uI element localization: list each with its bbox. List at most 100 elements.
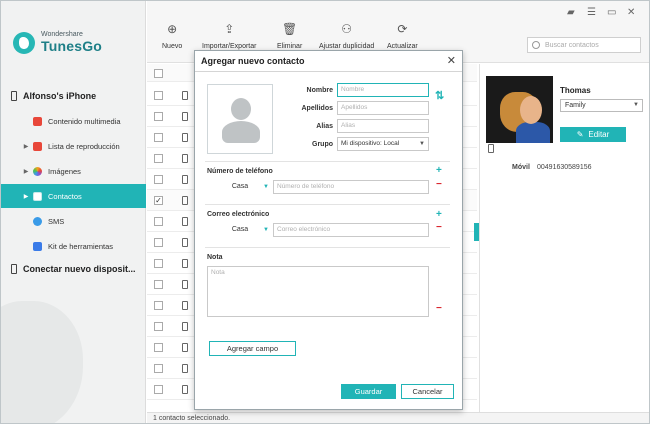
phone-section-header: Número de teléfono — [207, 168, 273, 175]
close-icon[interactable]: ✕ — [447, 54, 456, 67]
save-button[interactable]: Guardar — [341, 384, 396, 399]
note-textarea[interactable]: Nota — [207, 266, 429, 317]
refresh-icon: ⟳ — [397, 22, 408, 36]
row-checkbox[interactable] — [154, 385, 163, 394]
iphone-icon — [11, 264, 17, 274]
status-bar: 1 contacto seleccionado. — [147, 412, 649, 423]
cancel-button[interactable]: Cancelar — [401, 384, 454, 399]
row-checkbox[interactable] — [154, 217, 163, 226]
expand-arrow-icon[interactable]: ▶ — [19, 143, 33, 150]
import-export-button[interactable]: ⇪ Importar/Exportar — [202, 21, 256, 50]
logo-product: TunesGo — [41, 38, 103, 54]
row-checkbox[interactable] — [154, 343, 163, 352]
alias-input[interactable]: Alias — [337, 119, 429, 133]
remove-note-icon[interactable]: − — [436, 303, 442, 314]
sidebar-item-playlist[interactable]: ▶ Lista de reproducción — [1, 134, 146, 158]
playlist-icon — [33, 141, 42, 151]
email-input[interactable]: Correo electrónico — [273, 223, 429, 237]
merge-contacts-icon: ⚇ — [341, 22, 352, 36]
name-input[interactable]: Nombre — [337, 83, 429, 97]
refresh-button[interactable]: ⟳ Actualizar — [387, 21, 418, 50]
dialog-title: Agregar nuevo contacto — [195, 51, 462, 72]
row-checkbox[interactable] — [154, 133, 163, 142]
group-select[interactable]: Mi dispositivo: Local — [337, 137, 429, 151]
add-phone-icon[interactable]: + — [436, 165, 442, 176]
sidebar-item-contacts[interactable]: ▶ Contactos — [1, 184, 146, 208]
contacts-icon — [33, 191, 42, 201]
row-checkbox[interactable] — [154, 154, 163, 163]
sidebar-item-media[interactable]: Contenido multimedia — [1, 109, 146, 133]
merge-duplicates-button[interactable]: ⚇ Ajustar duplicidad — [319, 21, 374, 50]
sms-icon — [33, 216, 42, 226]
sidebar-item-label: SMS — [48, 216, 65, 226]
remove-email-icon[interactable]: − — [436, 222, 442, 233]
phone-icon — [182, 91, 188, 100]
row-checkbox[interactable] — [154, 259, 163, 268]
edit-icon: ✎ — [576, 130, 584, 139]
feedback-icon[interactable]: ▰ — [567, 7, 575, 18]
email-section-header: Correo electrónico — [207, 211, 270, 218]
phone-type-select[interactable]: Casa — [209, 180, 271, 194]
import-export-icon: ⇪ — [224, 22, 235, 36]
phone-icon — [182, 364, 188, 373]
group-label: Grupo — [312, 141, 333, 148]
music-icon — [33, 116, 42, 126]
device-name: Alfonso's iPhone — [23, 91, 97, 101]
contact-detail-panel: Thomas Family ✎ Editar Móvil 00491630589… — [479, 64, 649, 412]
expand-arrow-icon[interactable]: ▶ — [19, 193, 33, 200]
row-checkbox[interactable] — [154, 175, 163, 184]
plus-circle-icon: ⊕ — [167, 22, 178, 36]
phone-icon — [182, 343, 188, 352]
sidebar-item-label: Kit de herramientas — [48, 241, 114, 251]
alias-label: Alias — [316, 123, 333, 130]
row-checkbox[interactable] — [154, 301, 163, 310]
row-checkbox[interactable] — [154, 364, 163, 373]
search-input[interactable]: Buscar contactos — [527, 37, 641, 53]
close-window-icon[interactable]: ✕ — [627, 7, 635, 18]
row-checkbox[interactable] — [154, 112, 163, 121]
row-checkbox-checked[interactable]: ✓ — [154, 196, 163, 205]
surname-input[interactable]: Apellidos — [337, 101, 429, 115]
phone-input[interactable]: Número de teléfono — [273, 180, 429, 194]
select-all-checkbox[interactable] — [154, 69, 163, 78]
phone-icon — [488, 144, 494, 153]
minimize-icon[interactable]: ▭ — [607, 7, 616, 18]
add-field-button[interactable]: Agregar campo — [209, 341, 296, 356]
menu-icon[interactable]: ☰ — [587, 7, 596, 18]
row-checkbox[interactable] — [154, 238, 163, 247]
connect-label: Conectar nuevo disposit... — [23, 264, 136, 274]
new-button[interactable]: ⊕ Nuevo — [162, 21, 182, 50]
phone-icon — [182, 154, 188, 163]
row-checkbox[interactable] — [154, 91, 163, 100]
add-email-icon[interactable]: + — [436, 209, 442, 220]
contact-avatar-placeholder[interactable] — [207, 84, 273, 154]
device-item[interactable]: Alfonso's iPhone — [9, 91, 96, 101]
contact-name: Thomas — [560, 86, 591, 95]
surname-label: Apellidos — [301, 105, 333, 112]
phone-icon — [182, 217, 188, 226]
phone-icon — [182, 133, 188, 142]
group-select[interactable]: Family — [560, 99, 643, 112]
sidebar-item-photos[interactable]: ▶ Imágenes — [1, 159, 146, 183]
remove-phone-icon[interactable]: − — [436, 179, 442, 190]
sidebar-item-sms[interactable]: SMS — [1, 209, 146, 233]
apple-watermark-icon — [1, 301, 83, 423]
sync-icon[interactable]: ⇅ — [435, 89, 444, 102]
sidebar-item-toolkit[interactable]: Kit de herramientas — [1, 234, 146, 258]
sidebar-item-label: Lista de reproducción — [48, 141, 120, 151]
sidebar: Wondershare TunesGo Alfonso's iPhone Con… — [1, 1, 146, 423]
phone-icon — [182, 175, 188, 184]
row-checkbox[interactable] — [154, 280, 163, 289]
toolkit-icon — [33, 241, 42, 251]
edit-button[interactable]: ✎ Editar — [560, 127, 626, 142]
name-label: Nombre — [306, 87, 333, 94]
connect-device-item[interactable]: Conectar nuevo disposit... — [9, 264, 136, 274]
row-checkbox[interactable] — [154, 322, 163, 331]
email-type-select[interactable]: Casa — [209, 223, 271, 237]
expand-arrow-icon[interactable]: ▶ — [19, 168, 33, 175]
trash-icon: 🗑 — [282, 22, 298, 36]
mobile-label: Móvil — [512, 164, 530, 171]
delete-button[interactable]: 🗑 Eliminar — [277, 21, 302, 50]
phone-icon — [182, 280, 188, 289]
phone-icon — [182, 238, 188, 247]
